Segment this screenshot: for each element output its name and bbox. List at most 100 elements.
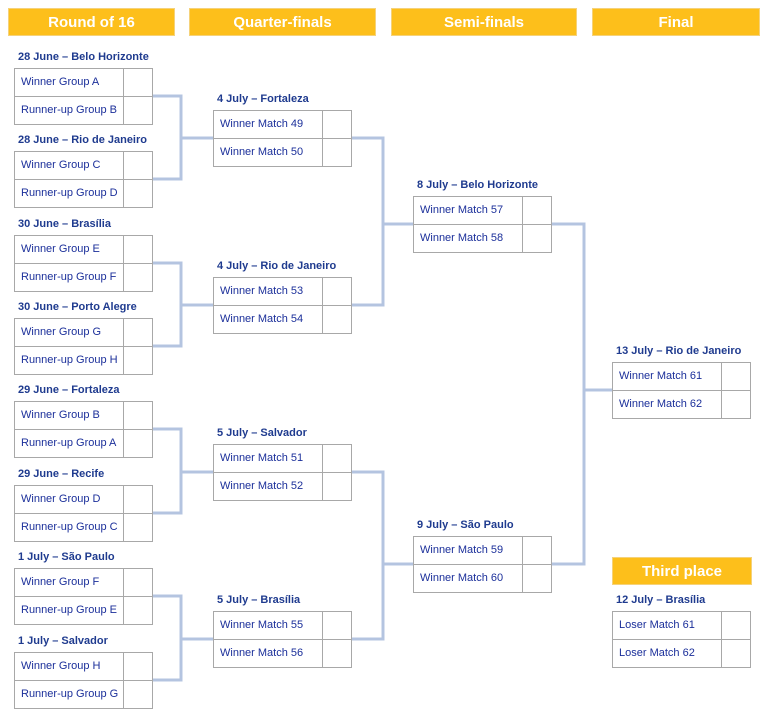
score-cell[interactable] [123, 152, 152, 179]
team-name: Winner Match 62 [619, 398, 703, 410]
score-cell[interactable] [123, 402, 152, 429]
score-cell[interactable] [123, 653, 152, 680]
match-label: 1 July – Salvador [18, 635, 108, 647]
score-cell[interactable] [322, 640, 351, 667]
team-row: Winner Group E [15, 236, 152, 263]
team-row: Winner Match 62 [613, 390, 750, 418]
connector-line [552, 222, 612, 566]
score-cell[interactable] [522, 537, 551, 564]
connector-line [153, 427, 213, 515]
connector-line [153, 594, 213, 682]
team-row: Winner Match 53 [214, 278, 351, 305]
team-row: Runner-up Group F [15, 263, 152, 291]
team-name: Loser Match 62 [619, 647, 695, 659]
score-cell[interactable] [721, 640, 750, 667]
match-box: Winner Match 55 Winner Match 56 [213, 611, 352, 668]
match-box: Winner Group F Runner-up Group E [14, 568, 153, 625]
team-row: Winner Match 61 [613, 363, 750, 390]
score-cell[interactable] [123, 236, 152, 263]
match-label: 4 July – Rio de Janeiro [217, 260, 337, 272]
team-row: Winner Match 54 [214, 305, 351, 333]
score-cell[interactable] [322, 473, 351, 500]
team-row: Winner Match 57 [414, 197, 551, 224]
match-label: 28 June – Rio de Janeiro [18, 134, 147, 146]
match-label: 30 June – Brasília [18, 218, 111, 230]
team-row: Winner Group C [15, 152, 152, 179]
score-cell[interactable] [123, 69, 152, 96]
match-label: 28 June – Belo Horizonte [18, 51, 149, 63]
team-name: Winner Match 60 [420, 572, 504, 584]
tournament-bracket: Round of 16 Quarter-finals Semi-finals F… [0, 0, 767, 717]
score-cell[interactable] [123, 430, 152, 457]
match-box: Winner Match 59 Winner Match 60 [413, 536, 552, 593]
team-row: Runner-up Group A [15, 429, 152, 457]
score-cell[interactable] [123, 97, 152, 124]
match-box: Winner Group B Runner-up Group A [14, 401, 153, 458]
score-cell[interactable] [123, 597, 152, 624]
score-cell[interactable] [123, 319, 152, 346]
team-row: Runner-up Group D [15, 179, 152, 207]
score-cell[interactable] [721, 391, 750, 418]
score-cell[interactable] [322, 306, 351, 333]
team-row: Winner Match 50 [214, 138, 351, 166]
match-label: 5 July – Brasília [217, 594, 301, 606]
score-cell[interactable] [123, 569, 152, 596]
team-name: Winner Match 54 [220, 313, 304, 325]
match-label: 12 July – Brasília [616, 594, 706, 606]
match-box: Winner Match 49 Winner Match 50 [213, 110, 352, 167]
score-cell[interactable] [123, 180, 152, 207]
score-cell[interactable] [721, 612, 750, 639]
team-name: Winner Match 55 [220, 619, 304, 631]
team-name: Runner-up Group A [21, 437, 117, 449]
connector-line [153, 261, 213, 348]
team-name: Winner Group H [21, 660, 101, 672]
team-name: Winner Match 59 [420, 544, 504, 556]
header-third-place: Third place [612, 557, 752, 585]
score-cell[interactable] [522, 565, 551, 592]
score-cell[interactable] [322, 612, 351, 639]
score-cell[interactable] [522, 197, 551, 224]
header-final: Final [592, 8, 760, 36]
team-row: Winner Match 59 [414, 537, 551, 564]
match-label: 30 June – Porto Alegre [18, 301, 137, 313]
match-label: 13 July – Rio de Janeiro [616, 345, 742, 357]
match-box: Winner Match 57 Winner Match 58 [413, 196, 552, 253]
match-box: Winner Group E Runner-up Group F [14, 235, 153, 292]
match-label: 8 July – Belo Horizonte [417, 179, 539, 191]
score-cell[interactable] [322, 139, 351, 166]
score-cell[interactable] [322, 111, 351, 138]
score-cell[interactable] [123, 347, 152, 374]
team-row: Winner Group D [15, 486, 152, 513]
score-cell[interactable] [123, 681, 152, 708]
match-box: Winner Match 51 Winner Match 52 [213, 444, 352, 501]
team-row: Loser Match 62 [613, 639, 750, 667]
team-name: Winner Group G [21, 326, 102, 338]
team-name: Winner Match 49 [220, 118, 304, 130]
team-name: Runner-up Group H [21, 354, 118, 366]
score-cell[interactable] [322, 278, 351, 305]
team-row: Winner Group F [15, 569, 152, 596]
score-cell[interactable] [123, 514, 152, 541]
team-name: Loser Match 61 [619, 619, 695, 631]
team-row: Winner Match 51 [214, 445, 351, 472]
team-row: Winner Group B [15, 402, 152, 429]
team-name: Winner Match 56 [220, 647, 304, 659]
team-name: Winner Group E [21, 243, 100, 255]
header-quarter-finals: Quarter-finals [189, 8, 376, 36]
team-name: Winner Match 51 [220, 452, 304, 464]
score-cell[interactable] [721, 363, 750, 390]
score-cell[interactable] [123, 486, 152, 513]
score-cell[interactable] [322, 445, 351, 472]
score-cell[interactable] [522, 225, 551, 252]
connector-line [352, 136, 413, 307]
team-row: Loser Match 61 [613, 612, 750, 639]
team-name: Runner-up Group F [21, 271, 117, 283]
match-label: 9 July – São Paulo [417, 519, 514, 531]
score-cell[interactable] [123, 264, 152, 291]
match-box: Winner Match 61 Winner Match 62 [612, 362, 751, 419]
team-name: Runner-up Group C [21, 521, 118, 533]
team-row: Winner Group A [15, 69, 152, 96]
team-row: Winner Group H [15, 653, 152, 680]
team-row: Winner Match 49 [214, 111, 351, 138]
team-name: Winner Match 53 [220, 285, 304, 297]
